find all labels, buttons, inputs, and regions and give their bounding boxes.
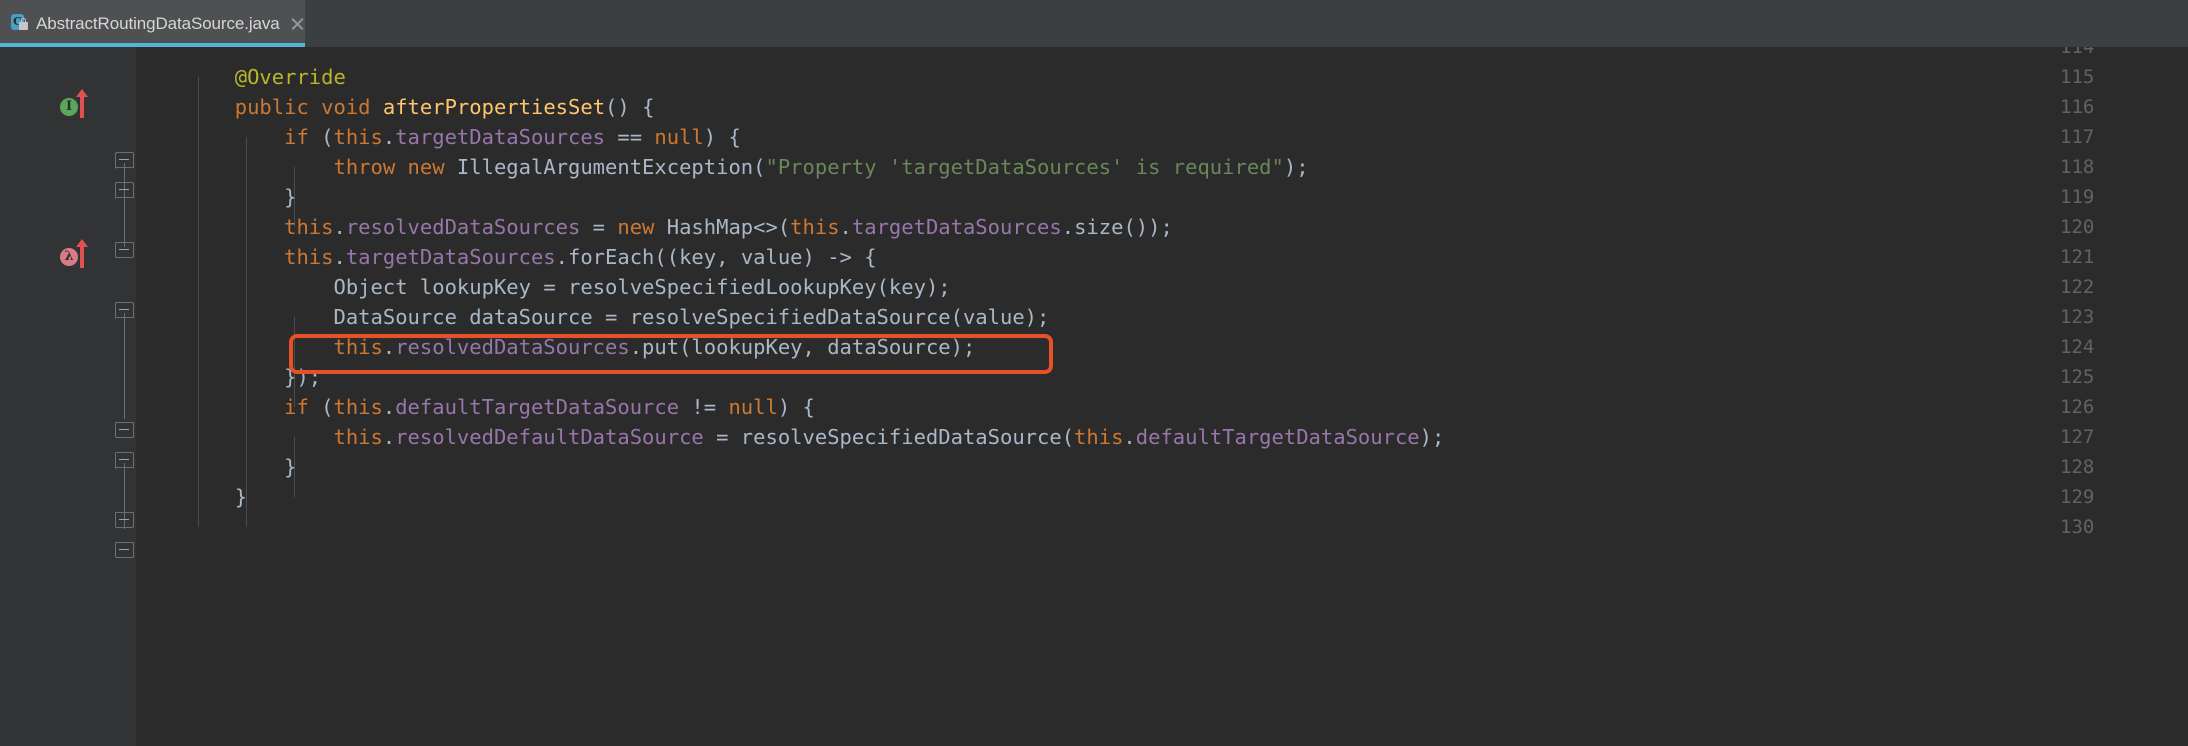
code-line-129[interactable]: }	[136, 482, 247, 512]
implementing-method-icon[interactable]: I	[58, 92, 98, 122]
code-line-128[interactable]: }	[136, 452, 296, 482]
fold-connector	[124, 313, 125, 419]
code-line-124[interactable]: this.resolvedDataSources.put(lookupKey, …	[136, 332, 975, 362]
up-arrow-icon[interactable]	[80, 95, 84, 118]
fold-marker-128[interactable]	[115, 512, 134, 528]
tab-title: AbstractRoutingDataSource.java	[36, 14, 280, 34]
code-line-120[interactable]: this.resolvedDataSources = new HashMap<>…	[136, 212, 1173, 242]
java-class-icon: C	[9, 13, 29, 35]
code-line-116[interactable]: public void afterPropertiesSet() {	[136, 92, 654, 122]
fold-marker-116[interactable]	[115, 152, 134, 168]
fold-connector	[124, 197, 125, 247]
lock-icon	[19, 22, 28, 30]
code-line-122[interactable]: Object lookupKey = resolveSpecifiedLooku…	[136, 272, 951, 302]
implementing-method-icon-glyph: I	[60, 98, 78, 116]
up-arrow-icon[interactable]	[80, 245, 84, 268]
close-icon[interactable]	[289, 15, 306, 32]
code-editor[interactable]: 1141151161171181191201211221231241251261…	[0, 47, 2188, 746]
code-line-119[interactable]: }	[136, 182, 296, 212]
code-line-125[interactable]: });	[136, 362, 321, 392]
code-line-117[interactable]: if (this.targetDataSources == null) {	[136, 122, 741, 152]
fold-marker-121[interactable]	[115, 302, 134, 318]
fold-marker-126[interactable]	[115, 452, 134, 468]
code-line-123[interactable]: DataSource dataSource = resolveSpecified…	[136, 302, 1049, 332]
code-text-area[interactable]: @Override public void afterPropertiesSet…	[136, 47, 2188, 746]
code-line-118[interactable]: throw new IllegalArgumentException("Prop…	[136, 152, 1309, 182]
lambda-marker-icon[interactable]: λ	[58, 242, 98, 272]
fold-marker-129[interactable]	[115, 542, 134, 558]
tab-abstractroutingdatasource[interactable]: C AbstractRoutingDataSource.java	[0, 0, 305, 47]
editor-tab-bar: C AbstractRoutingDataSource.java	[0, 0, 2188, 47]
code-line-127[interactable]: this.resolvedDefaultDataSource = resolve…	[136, 422, 1444, 452]
fold-marker-117[interactable]	[115, 182, 134, 198]
code-line-115[interactable]: @Override	[136, 62, 346, 92]
lambda-marker-icon-glyph: λ	[60, 248, 78, 266]
code-line-121[interactable]: this.targetDataSources.forEach((key, val…	[136, 242, 877, 272]
code-line-126[interactable]: if (this.defaultTargetDataSource != null…	[136, 392, 815, 422]
fold-marker-125[interactable]	[115, 422, 134, 438]
